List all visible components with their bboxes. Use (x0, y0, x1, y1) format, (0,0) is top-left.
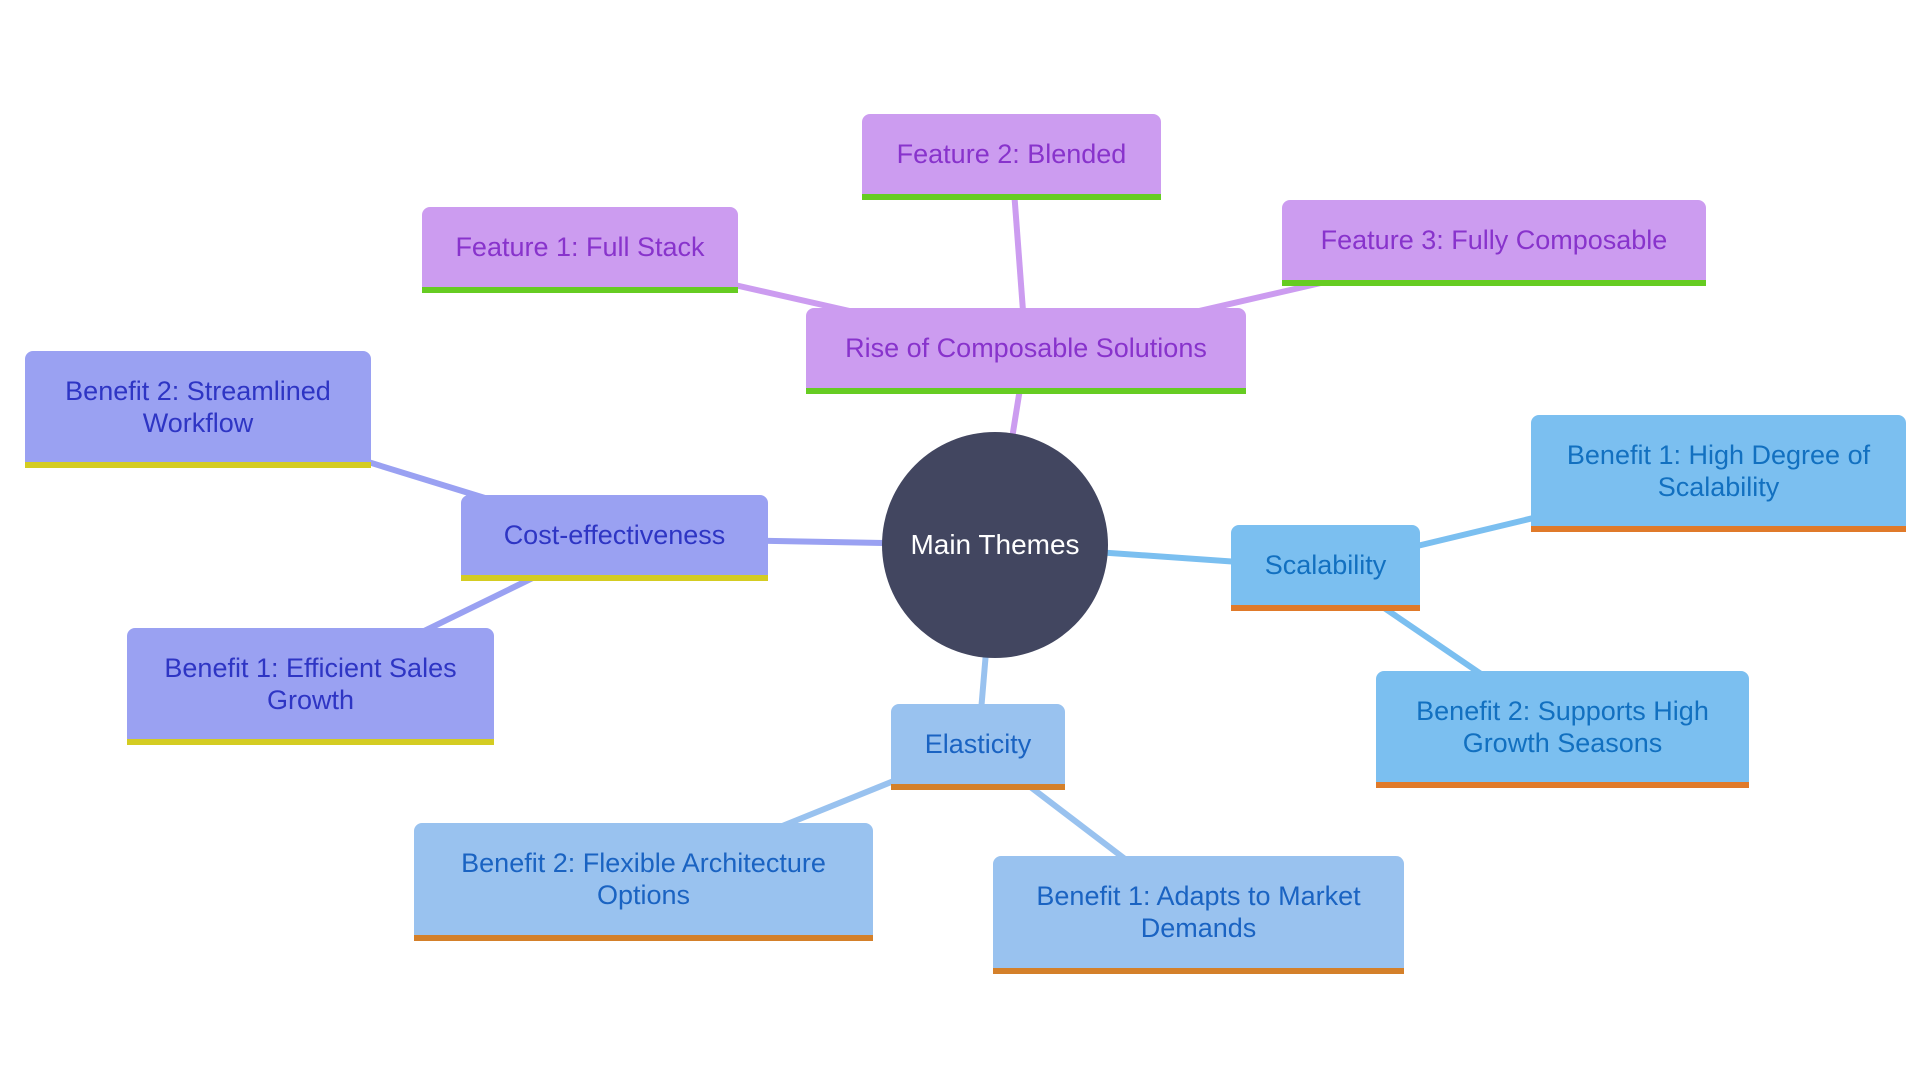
node-accent-bar (993, 968, 1404, 974)
leaf-label: Benefit 1: Efficient Sales Growth (164, 652, 457, 715)
node-accent-bar (862, 194, 1161, 200)
node-accent-bar (422, 287, 738, 293)
leaf-node-efficient-sales-growth[interactable]: Benefit 1: Efficient Sales Growth (127, 628, 494, 745)
branch-label: Rise of Composable Solutions (845, 333, 1207, 363)
branch-node-composable-solutions[interactable]: Rise of Composable Solutions (806, 308, 1246, 394)
branch-label: Scalability (1264, 550, 1387, 580)
node-accent-bar (414, 935, 873, 941)
leaf-label: Feature 1: Full Stack (455, 232, 705, 262)
node-accent-bar (25, 462, 371, 468)
leaf-label: Benefit 2: Supports High Growth Seasons (1416, 695, 1709, 758)
branch-node-scalability[interactable]: Scalability (1231, 525, 1420, 611)
leaf-label: Benefit 2: Flexible Architecture Options (461, 848, 826, 910)
branch-label: Cost-effectiveness (503, 520, 726, 550)
leaf-node-high-growth-seasons[interactable]: Benefit 2: Supports High Growth Seasons (1376, 671, 1749, 788)
node-accent-bar (1376, 782, 1749, 788)
node-accent-bar (461, 575, 768, 581)
leaf-node-adapts-market-demands[interactable]: Benefit 1: Adapts to Market Demands (993, 856, 1404, 974)
node-accent-bar (1531, 526, 1906, 532)
leaf-label: Feature 3: Fully Composable (1320, 225, 1668, 255)
leaf-node-feature-blended[interactable]: Feature 2: Blended (862, 114, 1161, 200)
root-node-main-themes[interactable]: Main Themes (882, 432, 1108, 658)
node-accent-bar (1282, 280, 1706, 286)
branch-label: Elasticity (924, 729, 1032, 759)
branch-node-cost-effectiveness[interactable]: Cost-effectiveness (461, 495, 768, 581)
root-label: Main Themes (910, 529, 1080, 560)
node-accent-bar (127, 739, 494, 745)
branch-node-elasticity[interactable]: Elasticity (891, 704, 1065, 790)
leaf-label: Benefit 1: High Degree of Scalability (1566, 439, 1871, 502)
leaf-label: Feature 2: Blended (896, 139, 1127, 169)
leaf-node-flexible-architecture[interactable]: Benefit 2: Flexible Architecture Options (414, 823, 873, 941)
leaf-label: Benefit 1: Adapts to Market Demands (1036, 881, 1361, 943)
leaf-node-feature-fully-composable[interactable]: Feature 3: Fully Composable (1282, 200, 1706, 286)
leaf-label: Benefit 2: Streamlined Workflow (65, 375, 331, 438)
node-accent-bar (1231, 605, 1420, 611)
node-accent-bar (891, 784, 1065, 790)
node-accent-bar (806, 388, 1246, 394)
leaf-node-streamlined-workflow[interactable]: Benefit 2: Streamlined Workflow (25, 351, 371, 468)
leaf-node-high-degree-scalability[interactable]: Benefit 1: High Degree of Scalability (1531, 415, 1906, 532)
leaf-node-feature-full-stack[interactable]: Feature 1: Full Stack (422, 207, 738, 293)
